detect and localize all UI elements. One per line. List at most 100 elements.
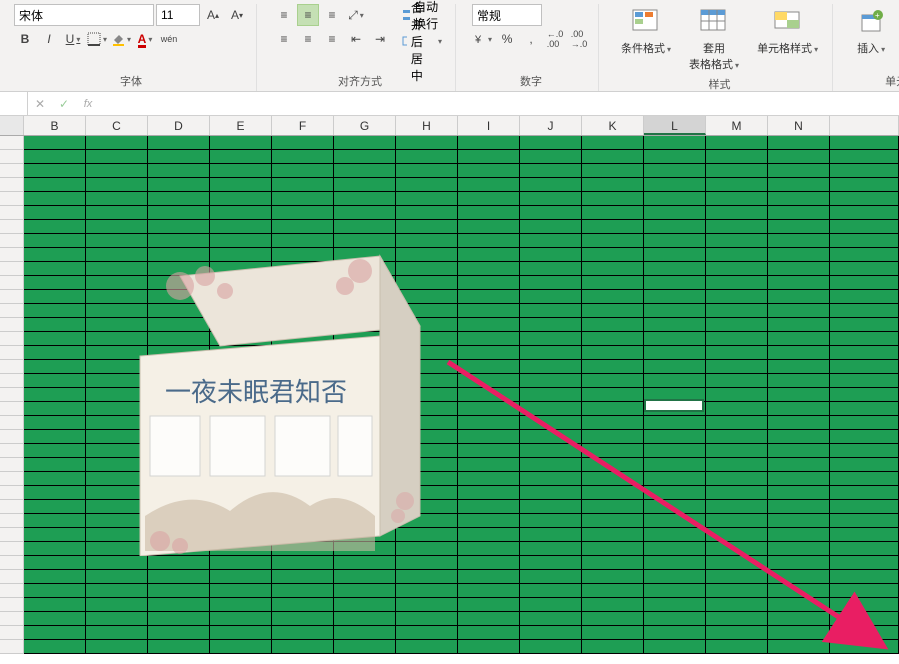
- cell[interactable]: [768, 500, 830, 514]
- cell[interactable]: [86, 430, 148, 444]
- cell[interactable]: [272, 556, 334, 570]
- cell[interactable]: [706, 430, 768, 444]
- cell[interactable]: [520, 528, 582, 542]
- cell[interactable]: [86, 346, 148, 360]
- cell[interactable]: [272, 164, 334, 178]
- cell[interactable]: [644, 402, 706, 416]
- cell[interactable]: [830, 346, 899, 360]
- phonetic-button[interactable]: wén: [158, 28, 180, 50]
- cell[interactable]: [644, 290, 706, 304]
- cell[interactable]: [24, 430, 86, 444]
- cell[interactable]: [334, 276, 396, 290]
- cell[interactable]: [458, 276, 520, 290]
- cell[interactable]: [458, 290, 520, 304]
- cell[interactable]: [768, 206, 830, 220]
- cell[interactable]: [210, 360, 272, 374]
- column-header-B[interactable]: B: [24, 116, 86, 135]
- cell[interactable]: [334, 150, 396, 164]
- cell[interactable]: [768, 486, 830, 500]
- cell[interactable]: [148, 304, 210, 318]
- cell[interactable]: [768, 178, 830, 192]
- cell[interactable]: [396, 164, 458, 178]
- row-header[interactable]: [0, 192, 24, 206]
- cell[interactable]: [582, 164, 644, 178]
- cell[interactable]: [148, 542, 210, 556]
- cell[interactable]: [272, 262, 334, 276]
- cell[interactable]: [24, 262, 86, 276]
- cell[interactable]: [582, 388, 644, 402]
- cell[interactable]: [830, 192, 899, 206]
- cell[interactable]: [396, 570, 458, 584]
- cell[interactable]: [520, 486, 582, 500]
- cell[interactable]: [334, 374, 396, 388]
- cell[interactable]: [86, 472, 148, 486]
- cell[interactable]: [520, 150, 582, 164]
- cell[interactable]: [768, 318, 830, 332]
- cell[interactable]: [396, 206, 458, 220]
- cell[interactable]: [272, 472, 334, 486]
- cell[interactable]: [520, 584, 582, 598]
- cell[interactable]: [768, 640, 830, 654]
- merge-button[interactable]: 合并后居中: [397, 30, 447, 52]
- cell[interactable]: [210, 136, 272, 150]
- cell[interactable]: [148, 346, 210, 360]
- cell[interactable]: [706, 598, 768, 612]
- cell[interactable]: [396, 444, 458, 458]
- cell[interactable]: [272, 458, 334, 472]
- cell[interactable]: [148, 192, 210, 206]
- cell[interactable]: [706, 556, 768, 570]
- column-header-F[interactable]: F: [272, 116, 334, 135]
- cell[interactable]: [396, 178, 458, 192]
- row-header[interactable]: [0, 164, 24, 178]
- cell[interactable]: [706, 388, 768, 402]
- cell[interactable]: [210, 640, 272, 654]
- cell[interactable]: [148, 276, 210, 290]
- cell[interactable]: [396, 276, 458, 290]
- cell[interactable]: [86, 626, 148, 640]
- cell[interactable]: [334, 430, 396, 444]
- cell[interactable]: [334, 598, 396, 612]
- cell[interactable]: [582, 528, 644, 542]
- cell[interactable]: [334, 248, 396, 262]
- cell[interactable]: [86, 542, 148, 556]
- row-header[interactable]: [0, 458, 24, 472]
- cell[interactable]: [396, 192, 458, 206]
- cell[interactable]: [830, 220, 899, 234]
- cell[interactable]: [396, 430, 458, 444]
- insert-button[interactable]: + 插入: [849, 4, 893, 58]
- cell[interactable]: [334, 234, 396, 248]
- cell[interactable]: [582, 598, 644, 612]
- cell[interactable]: [830, 528, 899, 542]
- cell[interactable]: [706, 290, 768, 304]
- cell[interactable]: [334, 612, 396, 626]
- cell[interactable]: [768, 598, 830, 612]
- cell[interactable]: [644, 486, 706, 500]
- cell[interactable]: [644, 514, 706, 528]
- cell[interactable]: [582, 220, 644, 234]
- cell[interactable]: [582, 584, 644, 598]
- cell[interactable]: [458, 206, 520, 220]
- cell[interactable]: [272, 304, 334, 318]
- cell[interactable]: [86, 486, 148, 500]
- cell[interactable]: [334, 346, 396, 360]
- cell[interactable]: [458, 220, 520, 234]
- cell[interactable]: [458, 626, 520, 640]
- cell[interactable]: [768, 626, 830, 640]
- cell[interactable]: [520, 472, 582, 486]
- cell[interactable]: [644, 444, 706, 458]
- cell[interactable]: [24, 416, 86, 430]
- cell[interactable]: [148, 332, 210, 346]
- cell[interactable]: [396, 542, 458, 556]
- cell[interactable]: [458, 136, 520, 150]
- cell[interactable]: [334, 290, 396, 304]
- cell[interactable]: [768, 430, 830, 444]
- cell[interactable]: [24, 458, 86, 472]
- cell[interactable]: [458, 640, 520, 654]
- cell[interactable]: [520, 290, 582, 304]
- row-header[interactable]: [0, 150, 24, 164]
- cell[interactable]: [582, 374, 644, 388]
- cell[interactable]: [830, 360, 899, 374]
- underline-button[interactable]: U: [62, 28, 84, 50]
- cell[interactable]: [830, 486, 899, 500]
- cell[interactable]: [148, 416, 210, 430]
